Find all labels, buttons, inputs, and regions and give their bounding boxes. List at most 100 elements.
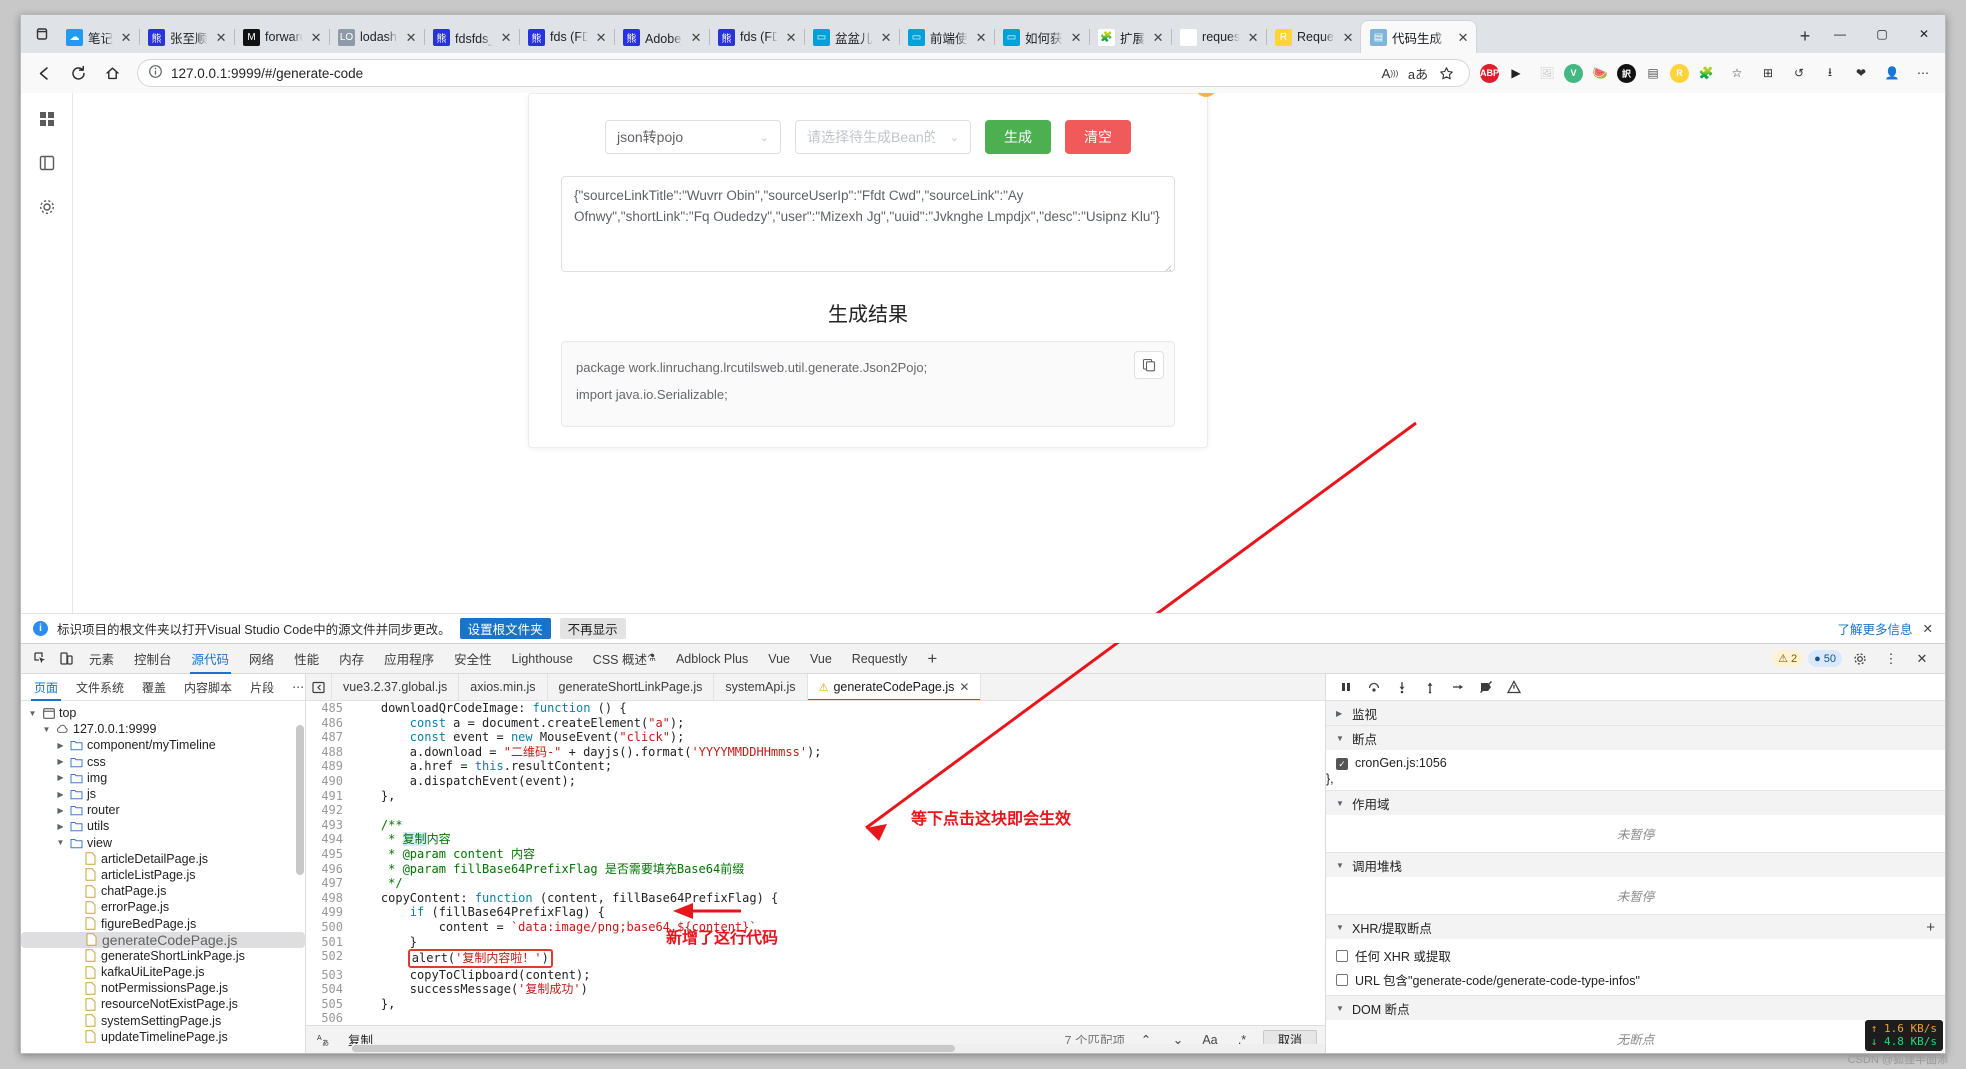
minimize-button[interactable]: — [1819, 19, 1861, 49]
debugger-section-header[interactable]: ▼ DOM 断点 [1326, 996, 1945, 1020]
collections-icon[interactable]: ⊞ [1754, 59, 1782, 87]
copy-ext-icon[interactable]: ▤ [1639, 59, 1667, 87]
step-into-icon[interactable] [1394, 679, 1410, 695]
translate-ext-icon[interactable]: 訳 [1617, 63, 1636, 83]
tab-close-icon[interactable]: ✕ [118, 29, 134, 45]
json-input-textarea[interactable]: {"sourceLinkTitle":"Wuvrr Obin","sourceU… [561, 176, 1175, 272]
translate-icon[interactable]: aあ [1405, 61, 1431, 85]
section-twisty-icon[interactable]: ▼ [1336, 923, 1346, 932]
debugger-section-header[interactable]: ▶ 监视 [1326, 701, 1945, 725]
tree-row[interactable]: ▶ component/myTimeline [21, 737, 305, 753]
tree-row[interactable]: errorPage.js [21, 899, 305, 915]
step-over-icon[interactable] [1366, 679, 1382, 695]
devtools-tab-9[interactable]: CSS 概述 ⚗ [583, 644, 666, 674]
tree-twisty-icon[interactable]: ▶ [55, 822, 66, 831]
devtools-add-tab[interactable]: + [917, 644, 947, 674]
browser-tab-10[interactable]: ▭ 如何获取 ✕ [994, 21, 1091, 53]
code-horizontal-scrollbar[interactable] [352, 1044, 1325, 1053]
panel-icon[interactable] [35, 151, 59, 175]
adblock-plus-icon[interactable]: ABP [1480, 63, 1499, 83]
navigator-tab-2[interactable]: 覆盖 [133, 674, 175, 701]
browser-tab-8[interactable]: ▭ 盆盆儿W ✕ [804, 21, 901, 53]
tab-close-icon[interactable]: ✕ [688, 29, 704, 45]
browser-tab-5[interactable]: 熊 fds (FDS ✕ [519, 21, 616, 53]
breakpoint-row[interactable]: ✓ cronGen.js:1056 [1326, 754, 1945, 772]
devtools-tab-5[interactable]: 内存 [329, 644, 374, 674]
navigator-tab-4[interactable]: 片段 [241, 674, 283, 701]
tree-twisty-icon[interactable]: ▶ [55, 757, 66, 766]
dont-show-again-button[interactable]: 不再显示 [559, 618, 626, 639]
close-button[interactable]: ✕ [1903, 19, 1945, 49]
tree-row[interactable]: articleDetailPage.js [21, 851, 305, 867]
settings-icon[interactable] [1847, 647, 1873, 671]
section-twisty-icon[interactable]: ▼ [1336, 1004, 1346, 1013]
editor-tab-2[interactable]: generateShortLinkPage.js [548, 674, 715, 700]
read-aloud-icon[interactable]: A))) [1377, 61, 1403, 85]
tab-close-icon[interactable]: ✕ [878, 29, 894, 45]
browser-tab-7[interactable]: 熊 fds (FDS ✕ [709, 21, 806, 53]
browser-tab-13[interactable]: R Requestl ✕ [1266, 21, 1361, 53]
browser-tab-14[interactable]: ▤ 代码生成 ✕ [1361, 21, 1477, 53]
browser-tab-9[interactable]: ▭ 前端使用 ✕ [899, 21, 996, 53]
tab-close-icon[interactable]: ✕ [1455, 29, 1471, 45]
tree-row[interactable]: kafkaUiLitePage.js [21, 964, 305, 980]
new-tab-button[interactable]: + [1791, 22, 1819, 50]
tree-twisty-icon[interactable]: ▶ [55, 773, 66, 782]
tab-close-icon[interactable]: ✕ [403, 29, 419, 45]
editor-tab-4[interactable]: ⚠ generateCodePage.js ✕ [807, 674, 982, 700]
show-navigator-icon[interactable] [306, 674, 332, 700]
debugger-section-header[interactable]: ▼ 作用域 [1326, 791, 1945, 815]
browser-tab-12[interactable]: Grequesth ✕ [1171, 21, 1268, 53]
tree-row[interactable]: notPermissionsPage.js [21, 980, 305, 996]
section-twisty-icon[interactable]: ▶ [1336, 709, 1346, 718]
learn-more-link[interactable]: 了解更多信息 [1838, 619, 1913, 638]
history-icon[interactable]: ↺ [1785, 59, 1813, 87]
xhr-breakpoint-row[interactable]: URL 包含"generate-code/generate-code-type-… [1326, 967, 1945, 991]
tree-twisty-icon[interactable]: ▼ [41, 725, 52, 734]
maximize-button[interactable]: ▢ [1861, 19, 1903, 49]
editor-tab-3[interactable]: systemApi.js [714, 674, 808, 700]
inspect-icon[interactable] [27, 647, 53, 671]
warning-badge[interactable]: ⚠ 2 [1772, 650, 1804, 667]
tree-twisty-icon[interactable]: ▶ [55, 806, 66, 815]
section-twisty-icon[interactable]: ▼ [1336, 799, 1346, 808]
tree-row[interactable]: generateShortLinkPage.js [21, 948, 305, 964]
tree-row[interactable]: generateCodePage.js [21, 931, 305, 948]
favorite-icon[interactable] [1433, 61, 1459, 85]
settings-more-icon[interactable]: ⋯ [1909, 59, 1937, 87]
tree-row[interactable]: systemSettingPage.js [21, 1013, 305, 1029]
pause-icon[interactable] [1338, 679, 1354, 695]
tree-twisty-icon[interactable]: ▶ [55, 790, 66, 799]
resize-grip-icon[interactable] [1162, 259, 1172, 271]
devtools-tab-12[interactable]: Vue [800, 644, 842, 674]
devtools-tab-10[interactable]: Adblock Plus [666, 644, 758, 674]
address-bar[interactable]: 127.0.0.1:9999/#/generate-code A))) aあ [137, 59, 1470, 87]
section-twisty-icon[interactable]: ▼ [1336, 861, 1346, 870]
browser-tab-6[interactable]: 熊 Adobe_百 ✕ [614, 21, 711, 53]
profile-icon[interactable]: 👤 [1878, 59, 1906, 87]
debugger-section-header[interactable]: ▼ XHR/提取断点 + [1326, 915, 1945, 939]
devtools-tab-6[interactable]: 应用程序 [374, 644, 444, 674]
tab-close-icon[interactable]: ✕ [1068, 29, 1084, 45]
add-breakpoint-icon[interactable]: + [1926, 920, 1935, 935]
copy-icon[interactable] [1134, 351, 1164, 379]
editor-tab-close-icon[interactable]: ✕ [959, 680, 969, 694]
tab-close-icon[interactable]: ✕ [973, 29, 989, 45]
set-root-folder-button[interactable]: 设置根文件夹 [459, 618, 551, 639]
gear-icon[interactable] [35, 195, 59, 219]
browser-tab-3[interactable]: LO lodash.g ✕ [329, 21, 426, 53]
close-icon[interactable]: ✕ [1909, 647, 1935, 671]
devtools-tab-1[interactable]: 控制台 [124, 644, 182, 674]
back-icon[interactable] [29, 58, 59, 88]
debugger-section-header[interactable]: ▼ 断点 [1326, 726, 1945, 750]
tree-twisty-icon[interactable]: ▶ [55, 741, 66, 750]
requestly-ext-icon[interactable]: R [1670, 63, 1689, 83]
browser-essentials-icon[interactable]: ❤ [1847, 59, 1875, 87]
image-tool-icon[interactable]: 🖼 [1533, 59, 1561, 87]
browser-tab-4[interactable]: 熊 fdsfds_百 ✕ [424, 21, 521, 53]
step-icon[interactable] [1450, 679, 1466, 695]
tree-row[interactable]: ▶ utils [21, 818, 305, 834]
tab-close-icon[interactable]: ✕ [1150, 29, 1166, 45]
tab-close-icon[interactable]: ✕ [783, 29, 799, 45]
browser-tab-2[interactable]: Mforward(✕ [234, 21, 331, 53]
